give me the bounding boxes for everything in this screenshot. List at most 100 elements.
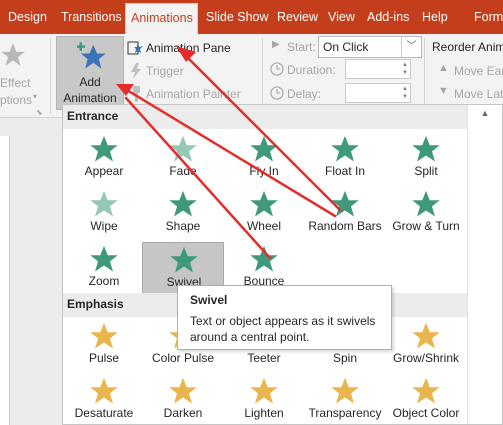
tab-transitions[interactable]: Transitions <box>61 0 122 34</box>
ribbon-tab-bar: Design Transitions Animations Slide Show… <box>0 0 503 34</box>
chevron-down-icon: ▾ <box>33 92 38 101</box>
entrance-section-header: Entrance <box>63 105 468 129</box>
duration-spinner[interactable]: ▲ ▼ <box>345 59 411 79</box>
animation-item-label: Grow/Shrink <box>392 351 460 365</box>
split-star-icon <box>411 134 441 164</box>
arrow-down-icon: ▼ <box>438 85 449 97</box>
float-in-star-icon <box>330 134 360 164</box>
fade-star-icon <box>168 134 198 164</box>
start-label: Start: <box>287 40 316 54</box>
fly-in-star-icon <box>249 134 279 164</box>
animation-pane-button[interactable]: Animation Pane <box>127 39 259 57</box>
scroll-up-icon[interactable]: ▲ <box>468 105 502 122</box>
animation-item-float-in[interactable]: Float In <box>304 132 386 187</box>
tab-add-ins[interactable]: Add-ins <box>367 0 409 34</box>
duration-label: Duration: <box>287 63 336 77</box>
transparency-star-icon <box>330 376 360 406</box>
object-color-star-icon <box>411 376 441 406</box>
swivel-star-icon <box>169 245 199 275</box>
animation-item-wipe[interactable]: Wipe <box>63 187 145 242</box>
lighten-star-icon <box>249 376 279 406</box>
animation-painter-button[interactable]: Animation Painter <box>127 85 259 103</box>
animation-item-transparency[interactable]: Transparency <box>304 374 386 425</box>
entrance-header-label: Entrance <box>67 109 119 123</box>
trigger-label: Trigger <box>146 64 184 78</box>
animation-item-pulse[interactable]: Pulse <box>63 319 145 374</box>
animation-item-object-color[interactable]: Object Color <box>385 374 467 425</box>
appear-star-icon <box>89 134 119 164</box>
pulse-star-icon <box>89 321 119 351</box>
random-bars-star-icon <box>330 189 360 219</box>
animation-item-random-bars[interactable]: Random Bars <box>304 187 386 242</box>
zoom-star-icon <box>89 244 119 274</box>
swivel-tooltip: Swivel Text or object appears as it swiv… <box>177 285 392 350</box>
tab-animations[interactable]: Animations <box>125 3 198 34</box>
start-icon: ▶ <box>272 39 280 50</box>
darken-star-icon <box>168 376 198 406</box>
add-animation-label-1: Add <box>79 75 101 89</box>
animation-item-appear[interactable]: Appear <box>63 132 145 187</box>
move-later-label: Move Lat <box>454 87 503 101</box>
move-earlier-label: Move Ear <box>454 64 503 78</box>
animation-item-lighten[interactable]: Lighten <box>223 374 305 425</box>
paintbrush-icon <box>133 86 140 102</box>
animation-item-grow-turn[interactable]: Grow & Turn <box>385 187 467 242</box>
effect-options-button[interactable]: Effect ptions ▾ <box>0 38 48 107</box>
spinner-arrows-icon[interactable]: ▲ ▼ <box>402 85 408 101</box>
animation-item-label: Grow & Turn <box>392 219 460 233</box>
animation-item-wheel[interactable]: Wheel <box>223 187 305 242</box>
bounce-star-icon <box>249 244 279 274</box>
clock-icon <box>270 62 284 76</box>
animation-item-darken[interactable]: Darken <box>142 374 224 425</box>
add-animation-button[interactable]: Add Animation <box>56 36 124 110</box>
ribbon-separator <box>50 38 51 114</box>
effect-options-label-1: Effect <box>0 76 31 90</box>
gallery-scrollbar[interactable]: ▲ <box>467 105 502 424</box>
shape-star-icon <box>168 189 198 219</box>
animation-item-fly-in[interactable]: Fly In <box>223 132 305 187</box>
spinner-arrows-icon[interactable]: ▲ ▼ <box>402 61 408 77</box>
animation-item-split[interactable]: Split <box>385 132 467 187</box>
ribbon-separator <box>262 38 263 114</box>
animation-item-shape[interactable]: Shape <box>142 187 224 242</box>
delay-spinner[interactable]: ▲ ▼ <box>345 83 411 103</box>
clock-icon <box>270 86 284 100</box>
animation-item-fade[interactable]: Fade <box>142 132 224 187</box>
move-earlier-button[interactable]: ▲ Move Ear <box>438 62 503 80</box>
animation-painter-label: Animation Painter <box>146 87 241 101</box>
dialog-launcher-icon[interactable]: ⬊ <box>36 108 43 117</box>
ribbon-separator <box>424 38 425 114</box>
animation-item-label: Split <box>414 164 438 178</box>
grow-shrink-star-icon <box>411 321 441 351</box>
tooltip-title: Swivel <box>190 293 228 307</box>
tab-design[interactable]: Design <box>8 0 47 34</box>
start-dropdown-value: On Click <box>323 40 369 54</box>
tab-help[interactable]: Help <box>422 0 448 34</box>
emphasis-header-label: Emphasis <box>67 297 124 311</box>
animation-item-grow-shrink[interactable]: Grow/Shrink <box>385 319 467 374</box>
add-animation-label-2: Animation <box>63 91 117 105</box>
add-animation-star-icon <box>77 42 106 69</box>
tab-view[interactable]: View <box>328 0 355 34</box>
wipe-star-icon <box>89 189 119 219</box>
tooltip-body: Text or object appears as it swivels aro… <box>190 314 376 344</box>
arrow-up-icon: ▲ <box>438 62 449 74</box>
move-later-button[interactable]: ▼ Move Lat <box>438 85 503 103</box>
animation-gallery: Entrance Appear Fade Fly In Float In Split Wi… <box>62 104 503 425</box>
effect-options-star-icon <box>1 43 25 66</box>
animation-pane-label: Animation Pane <box>146 41 231 55</box>
chevron-down-icon[interactable]: ﹀ <box>401 37 421 57</box>
animation-pane-icon <box>127 41 143 55</box>
animation-item-label: Object Color <box>392 406 460 420</box>
slide-thumbnail[interactable] <box>0 136 10 425</box>
desaturate-star-icon <box>89 376 119 406</box>
reorder-animation-label: Reorder Anim <box>432 40 503 54</box>
delay-label: Delay: <box>287 87 322 101</box>
wheel-star-icon <box>249 189 279 219</box>
tab-review[interactable]: Review <box>277 0 318 34</box>
start-dropdown[interactable]: On Click ﹀ <box>318 36 422 58</box>
trigger-button[interactable]: Trigger <box>127 62 207 80</box>
tab-slide-show[interactable]: Slide Show <box>206 0 269 34</box>
powerpoint-window: Design Transitions Animations Slide Show… <box>0 0 503 425</box>
tab-format[interactable]: Form <box>474 0 503 34</box>
